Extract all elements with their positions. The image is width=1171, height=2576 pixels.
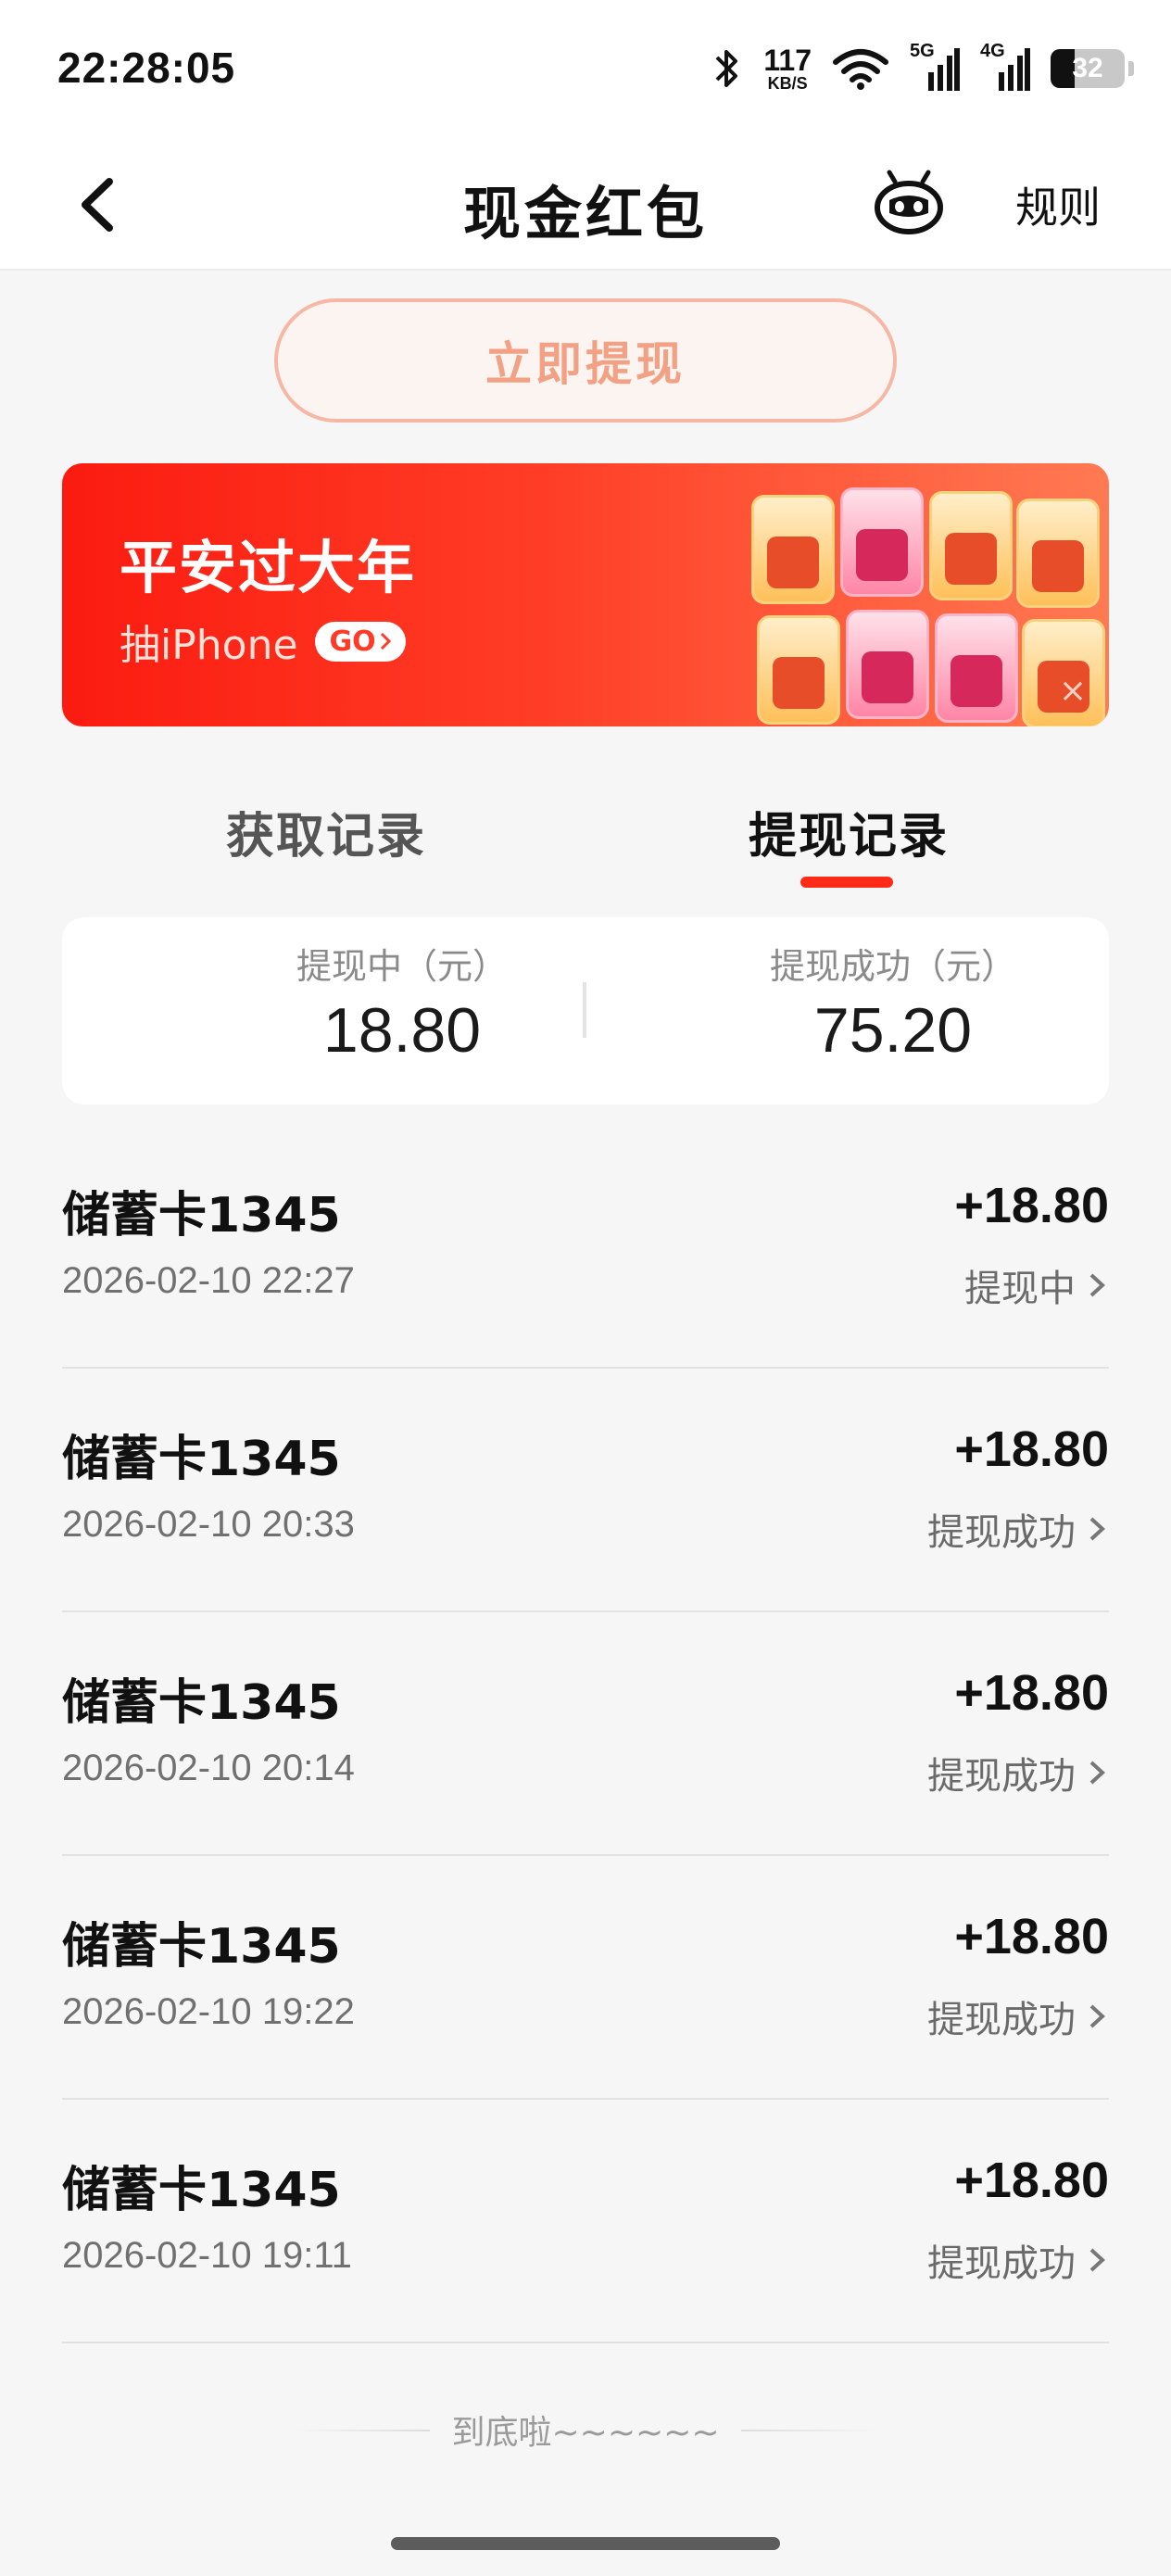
tab-withdraw-records[interactable]: 提现记录 [749,797,949,866]
banner-subtitle: 抽iPhone GO [120,612,406,671]
app-header: 现金红包 规则 [0,139,1171,271]
net-speed: 117 KB/S [763,44,812,93]
prize-card-image [846,610,929,719]
record-amount: +18.80 [954,2153,1109,2208]
record-date: 2026-02-10 19:22 [62,1991,355,2032]
prize-cards-illustration [738,476,1109,726]
record-date: 2026-02-10 22:27 [62,1260,355,1301]
withdraw-record-list: 储蓄卡1345 2026-02-10 22:27 +18.80 提现中 储蓄卡1… [62,1125,1109,2343]
end-of-list-note: 到底啦~~~~~~ [451,2414,720,2452]
pending-amount: 18.80 [322,995,482,1066]
chevron-right-icon [1089,1517,1105,1541]
record-row[interactable]: 储蓄卡1345 2026-02-10 22:27 +18.80 提现中 [62,1125,1109,1369]
record-amount: +18.80 [954,1421,1109,1477]
prize-card-image [751,495,835,604]
active-tab-indicator [800,877,893,888]
prize-card-image [840,487,924,597]
home-indicator[interactable] [391,2537,780,2550]
banner-title: 平安过大年 [120,534,417,601]
wifi-icon [833,49,888,90]
record-card-name: 储蓄卡1345 [62,2163,341,2218]
chevron-right-icon [1089,2248,1105,2272]
customer-service-robot-icon[interactable] [871,167,947,243]
banner-close-icon[interactable]: × [1059,672,1087,710]
chevron-right-icon [1089,2004,1105,2028]
status-time: 22:28:05 [57,44,236,92]
chevron-right-icon [1089,1273,1105,1297]
record-tabs: 获取记录 提现记录 [0,797,1171,899]
bluetooth-icon [715,50,738,87]
record-row[interactable]: 储蓄卡1345 2026-02-10 20:33 +18.80 提现成功 [62,1369,1109,1612]
withdraw-now-button[interactable]: 立即提现 [274,298,897,423]
chevron-right-icon [1089,1761,1105,1785]
signal-4g: 4G [980,41,1030,93]
success-amount: 75.20 [813,995,973,1066]
success-label: 提现成功（元） [769,946,1016,987]
record-status: 提现成功 [927,2233,1109,2287]
record-row[interactable]: 储蓄卡1345 2026-02-10 20:14 +18.80 提现成功 [62,1612,1109,1856]
signal-bars-icon [999,48,1030,91]
record-amount: +18.80 [954,1909,1109,1964]
record-card-name: 储蓄卡1345 [62,1432,341,1487]
record-card-name: 储蓄卡1345 [62,1919,341,1975]
success-summary: 提现成功（元） 75.20 [661,938,1125,1067]
promo-banner[interactable]: 平安过大年 抽iPhone GO × [62,463,1109,726]
withdraw-summary-card: 提现中（元） 18.80 提现成功（元） 75.20 [62,917,1109,1105]
record-status: 提现成功 [927,1989,1109,2043]
record-row[interactable]: 储蓄卡1345 2026-02-10 19:11 +18.80 提现成功 [62,2100,1109,2343]
record-date: 2026-02-10 20:33 [62,1504,355,1545]
record-amount: +18.80 [954,1665,1109,1721]
summary-divider [583,982,586,1038]
tab-earn-records[interactable]: 获取记录 [226,797,426,866]
page-title: 现金红包 [462,180,708,247]
record-status: 提现中 [964,1258,1109,1312]
record-row[interactable]: 储蓄卡1345 2026-02-10 19:22 +18.80 提现成功 [62,1856,1109,2100]
record-amount: +18.80 [954,1178,1109,1233]
record-card-name: 储蓄卡1345 [62,1675,341,1731]
prize-card-image [935,613,1018,723]
signal-5g: 5G [910,41,960,93]
pending-label: 提现中（元） [296,946,508,987]
prize-card-image [757,615,840,725]
go-button[interactable]: GO [314,621,406,662]
status-icons: 117 KB/S 5G 4G 32 [711,41,1134,96]
chevron-right-icon [380,632,391,650]
rules-link[interactable]: 规则 [1015,174,1101,235]
signal-bars-icon [928,48,960,91]
battery-icon: 32 [1051,49,1125,88]
status-bar: 22:28:05 117 KB/S 5G 4G 32 [0,0,1171,139]
footer-divider-right [741,2430,880,2431]
pending-summary: 提现中（元） 18.80 [170,938,634,1067]
prize-card-image [929,491,1013,600]
record-status: 提现成功 [927,1502,1109,1556]
record-date: 2026-02-10 20:14 [62,1748,355,1788]
prize-card-image [1016,499,1100,608]
record-status: 提现成功 [927,1746,1109,1799]
record-date: 2026-02-10 19:11 [62,2235,352,2276]
record-card-name: 储蓄卡1345 [62,1188,341,1244]
